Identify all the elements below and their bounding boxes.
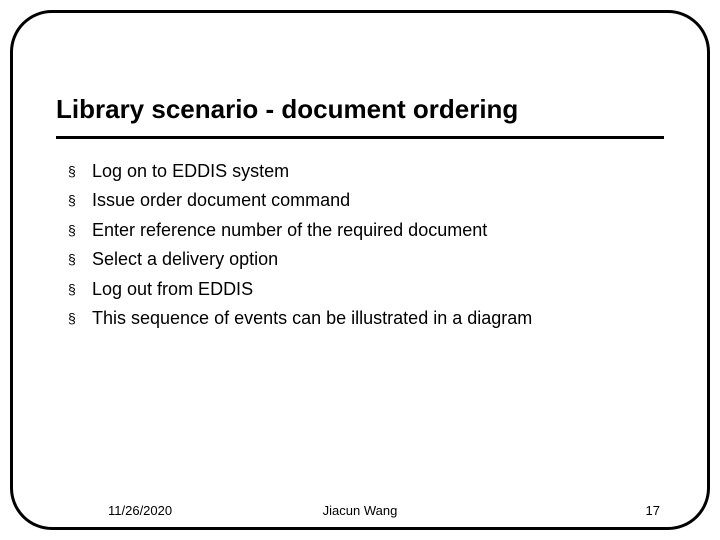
bullet-text: Log on to EDDIS system bbox=[92, 160, 648, 183]
title-rule bbox=[56, 136, 664, 139]
bullet-list: § Log on to EDDIS system § Issue order d… bbox=[68, 160, 648, 336]
bullet-text: Log out from EDDIS bbox=[92, 278, 648, 301]
bullet-icon: § bbox=[68, 307, 92, 327]
list-item: § Log on to EDDIS system bbox=[68, 160, 648, 183]
bullet-text: This sequence of events can be illustrat… bbox=[92, 307, 648, 330]
slide: Library scenario - document ordering § L… bbox=[0, 0, 720, 540]
bullet-icon: § bbox=[68, 219, 92, 239]
bullet-icon: § bbox=[68, 160, 92, 180]
bullet-text: Enter reference number of the required d… bbox=[92, 219, 648, 242]
bullet-icon: § bbox=[68, 248, 92, 268]
bullet-icon: § bbox=[68, 278, 92, 298]
list-item: § Enter reference number of the required… bbox=[68, 219, 648, 242]
list-item: § Select a delivery option bbox=[68, 248, 648, 271]
slide-title: Library scenario - document ordering bbox=[56, 94, 664, 125]
footer-page: 17 bbox=[646, 503, 660, 518]
list-item: § Issue order document command bbox=[68, 189, 648, 212]
footer-author: Jiacun Wang bbox=[0, 503, 720, 518]
list-item: § Log out from EDDIS bbox=[68, 278, 648, 301]
bullet-text: Select a delivery option bbox=[92, 248, 648, 271]
list-item: § This sequence of events can be illustr… bbox=[68, 307, 648, 330]
bullet-text: Issue order document command bbox=[92, 189, 648, 212]
bullet-icon: § bbox=[68, 189, 92, 209]
